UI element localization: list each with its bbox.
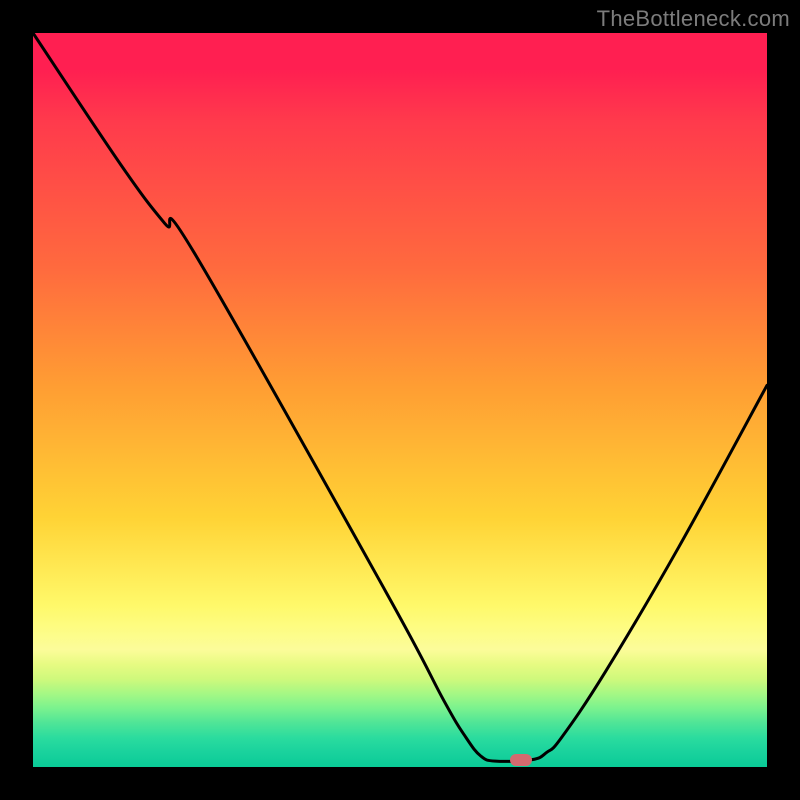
plot-area bbox=[33, 33, 767, 767]
curve-svg bbox=[33, 33, 767, 767]
chart-stage: TheBottleneck.com bbox=[0, 0, 800, 800]
optimal-marker bbox=[510, 754, 532, 766]
bottleneck-curve bbox=[33, 33, 767, 761]
watermark-label: TheBottleneck.com bbox=[597, 6, 790, 32]
